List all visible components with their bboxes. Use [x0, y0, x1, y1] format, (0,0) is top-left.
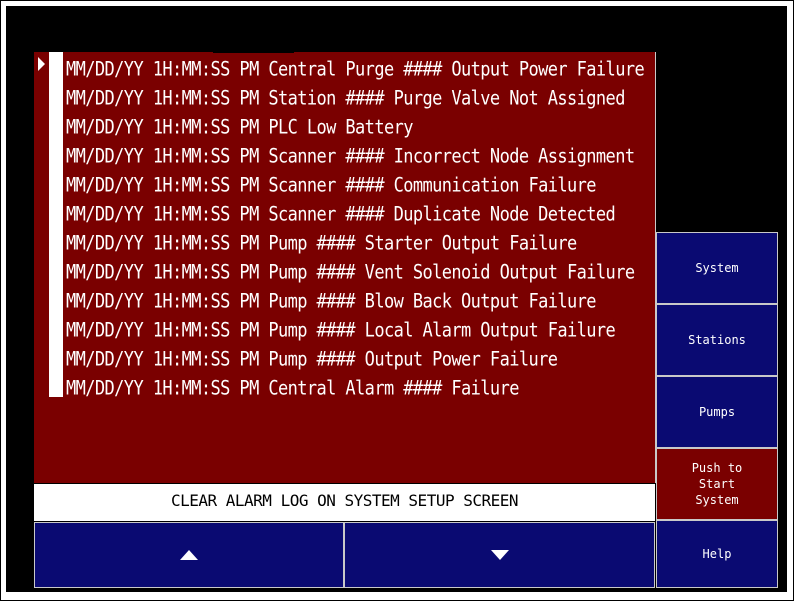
pumps-button[interactable]: Pumps	[656, 376, 778, 448]
alarm-list-scroll-strip[interactable]	[49, 52, 63, 397]
selection-cursor-icon	[38, 57, 45, 71]
triangle-down-icon	[490, 550, 509, 560]
panel-notch	[213, 44, 294, 53]
stations-button[interactable]: Stations	[656, 304, 778, 376]
start-system-button[interactable]: Push to Start System	[656, 448, 778, 520]
system-button[interactable]: System	[656, 232, 778, 304]
alarm-list: MM/DD/YY 1H:MM:SS PM Central Purge #### …	[66, 56, 645, 406]
scroll-down-button[interactable]	[344, 522, 655, 588]
scroll-up-button[interactable]	[34, 522, 344, 588]
status-message: CLEAR ALARM LOG ON SYSTEM SETUP SCREEN	[34, 484, 655, 521]
triangle-up-icon	[180, 550, 198, 560]
alarm-entry[interactable]: MM/DD/YY 1H:MM:SS PM Central Alarm #### …	[66, 373, 644, 406]
help-button[interactable]: Help	[656, 520, 778, 588]
